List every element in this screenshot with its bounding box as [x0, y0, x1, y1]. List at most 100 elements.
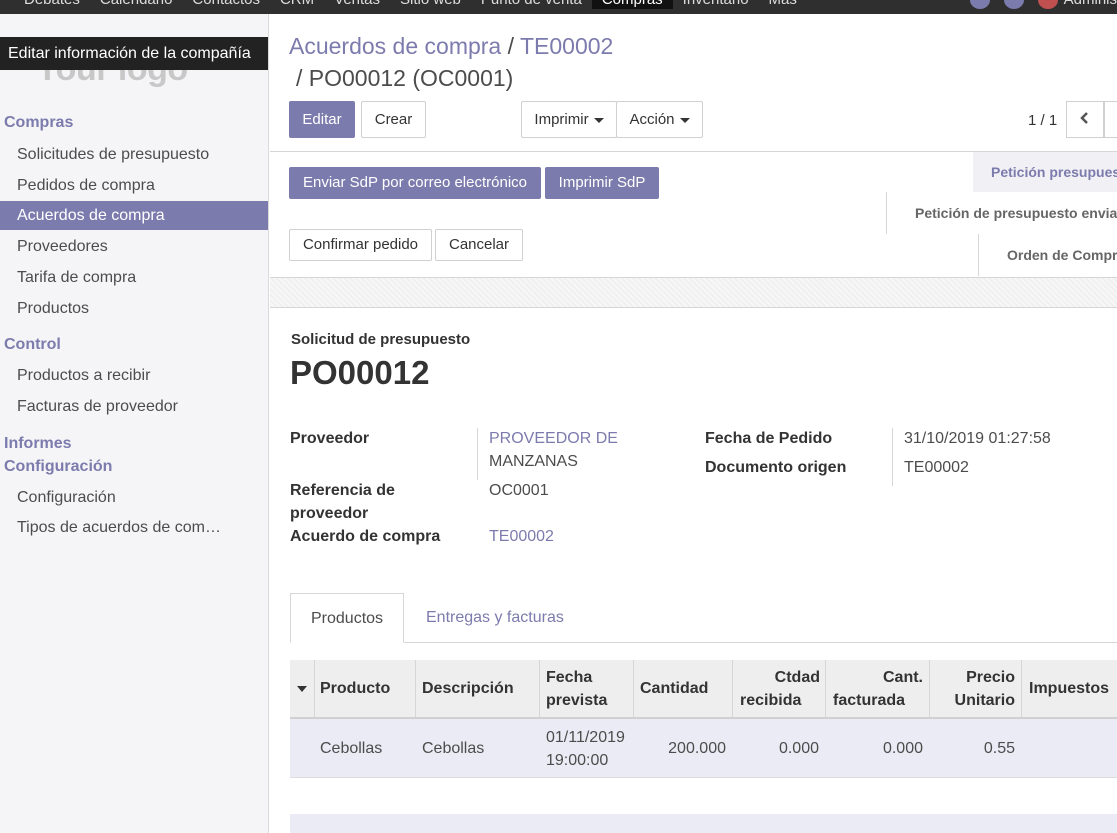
document-name: PO00012 — [290, 354, 430, 391]
breadcrumb-separator: / — [507, 33, 515, 59]
print-dropdown[interactable]: Imprimir — [521, 101, 617, 138]
column-separator — [929, 660, 930, 717]
sidebar-item-proveedores[interactable]: Proveedores — [0, 232, 268, 261]
table-row[interactable]: Cebollas Cebollas 01/11/2019 19:00:00 20… — [290, 719, 1117, 778]
sidebar-item-facturas[interactable]: Facturas de proveedor — [0, 392, 268, 421]
create-button[interactable]: Crear — [361, 101, 426, 138]
header-recibida-line1: Ctdad — [774, 668, 820, 686]
column-separator — [415, 660, 416, 717]
agreement-link[interactable]: TE00002 — [489, 528, 554, 546]
order-date-value: 31/10/2019 01:27:58 — [904, 430, 1051, 447]
menu-crm[interactable]: CRM — [270, 0, 324, 9]
pager-previous-button[interactable] — [1066, 101, 1104, 138]
sidebar: Your logo Editar información de la compa… — [0, 14, 269, 833]
header-cantidad[interactable]: Cantidad — [640, 660, 725, 717]
stage-divider — [886, 192, 887, 234]
field-separator — [477, 428, 478, 480]
edit-button[interactable]: Editar — [289, 101, 355, 138]
sort-handle-column[interactable] — [290, 660, 314, 717]
tab-productos[interactable]: Productos — [290, 593, 404, 643]
header-fecha-prevista[interactable]: Fecha prevista — [546, 660, 631, 717]
sidebar-item-solicitudes[interactable]: Solicitudes de presupuesto — [0, 140, 268, 169]
menu-mas[interactable]: Más — [759, 0, 807, 9]
header-impuestos[interactable]: Impuestos — [1029, 660, 1117, 717]
section-configuracion: Configuración — [4, 458, 113, 475]
logo-tooltip: Editar información de la compañía — [0, 37, 268, 70]
control-panel: Acuerdos de compra / TE00002 / PO00012 (… — [270, 14, 1117, 152]
header-ctdad-recibida[interactable]: Ctdad recibida — [740, 660, 820, 717]
section-compras: Compras — [4, 114, 74, 131]
menu-inventario[interactable]: Inventario — [673, 0, 759, 9]
section-informes[interactable]: Informes — [4, 435, 72, 453]
pager-value[interactable]: 1 / 1 — [1028, 112, 1057, 129]
origin-value: TE00002 — [904, 459, 969, 476]
vendor-link[interactable]: PROVEEDOR DE — [489, 430, 618, 448]
pager-next-button[interactable] — [1104, 101, 1117, 138]
sidebar-item-productos-a-recibir[interactable]: Productos a recibir — [0, 361, 268, 390]
header-precio-line1: Precio — [966, 668, 1015, 686]
breadcrumb-line-2: / PO00012 (OC0001) — [296, 65, 513, 92]
menu-calendario[interactable]: Calendario — [90, 0, 183, 9]
tab-entregas-facturas[interactable]: Entregas y facturas — [406, 593, 584, 643]
action-dropdown[interactable]: Acción — [616, 101, 703, 138]
breadcrumb-acuerdos[interactable]: Acuerdos de compra — [289, 33, 501, 59]
sidebar-item-tipos-acuerdos[interactable]: Tipos de acuerdos de com… — [0, 513, 268, 542]
column-separator — [314, 660, 315, 717]
print-rfq-button[interactable]: Imprimir SdP — [545, 167, 659, 199]
breadcrumb-te00002[interactable]: TE00002 — [520, 33, 613, 59]
menu-compras[interactable]: Compras — [591, 0, 673, 9]
label-origin: Documento origen — [705, 459, 847, 476]
sidebar-item-configuracion[interactable]: Configuración — [0, 483, 268, 512]
menu-sitio-web[interactable]: Sitio web — [390, 0, 471, 9]
confirm-order-button[interactable]: Confirmar pedido — [289, 229, 432, 261]
sidebar-item-tarifa[interactable]: Tarifa de compra — [0, 263, 268, 292]
label-order-date: Fecha de Pedido — [705, 430, 833, 447]
user-name[interactable]: Adminis — [1064, 0, 1117, 9]
field-separator — [892, 428, 893, 486]
cell-recibida: 0.000 — [778, 740, 819, 757]
breadcrumb: Acuerdos de compra / TE00002 — [289, 33, 613, 60]
column-separator — [1021, 660, 1022, 717]
sheet-background — [270, 278, 1117, 308]
label-vendor: Proveedor — [290, 430, 370, 447]
document-type: Solicitud de presupuesto — [291, 331, 471, 348]
action-label: Acción — [629, 111, 675, 128]
menu-debates[interactable]: Debates — [14, 0, 90, 9]
caret-down-icon — [679, 117, 690, 123]
header-fecha-line2: prevista — [546, 691, 608, 709]
header-producto[interactable]: Producto — [320, 660, 410, 717]
header-precio-unitario[interactable]: Precio Unitario — [937, 660, 1015, 717]
cell-fecha-date: 01/11/2019 — [546, 728, 625, 746]
sidebar-item-productos[interactable]: Productos — [0, 294, 268, 323]
lines-table-header: Producto Descripción Fecha prevista Cant… — [290, 660, 1117, 719]
activity-icon[interactable] — [1003, 0, 1024, 9]
sidebar-item-acuerdos[interactable]: Acuerdos de compra — [0, 201, 268, 230]
discuss-icon[interactable] — [969, 0, 990, 9]
menu-punto-de-venta[interactable]: Punto de venta — [471, 0, 592, 9]
stage-purchase-order[interactable]: Orden de Compr — [1007, 247, 1117, 263]
header-descripcion[interactable]: Descripción — [422, 660, 537, 717]
stage-rfq-sent[interactable]: Petición de presupuesto envia — [915, 205, 1117, 221]
user-avatar[interactable] — [1037, 0, 1058, 9]
cell-facturada: 0.000 — [882, 740, 923, 757]
stage-divider — [978, 234, 979, 276]
cancel-button[interactable]: Cancelar — [435, 229, 523, 261]
label-vendor-ref: Referencia de — [290, 482, 395, 499]
cell-fecha-prevista: 01/11/2019 19:00:00 — [546, 719, 636, 778]
menu-ventas[interactable]: Ventas — [324, 0, 390, 9]
menu-contactos[interactable]: Contactos — [182, 0, 270, 9]
chevron-left-icon — [1080, 112, 1088, 124]
label-vendor-ref-2: proveedor — [290, 505, 369, 522]
header-facturada-line1: Cant. — [883, 668, 923, 686]
column-separator — [825, 660, 826, 717]
sidebar-item-pedidos[interactable]: Pedidos de compra — [0, 171, 268, 200]
column-separator — [633, 660, 634, 717]
cell-producto: Cebollas — [320, 740, 383, 757]
breadcrumb-current: PO00012 (OC0001) — [308, 65, 514, 91]
send-rfq-button[interactable]: Enviar SdP por correo electrónico — [289, 167, 541, 199]
header-cant-facturada[interactable]: Cant. facturada — [833, 660, 923, 717]
stage-rfq[interactable]: Petición presupues — [991, 164, 1117, 180]
label-agreement: Acuerdo de compra — [290, 528, 441, 545]
cell-fecha-time: 19:00:00 — [546, 751, 609, 769]
header-precio-line2: Unitario — [954, 691, 1015, 709]
